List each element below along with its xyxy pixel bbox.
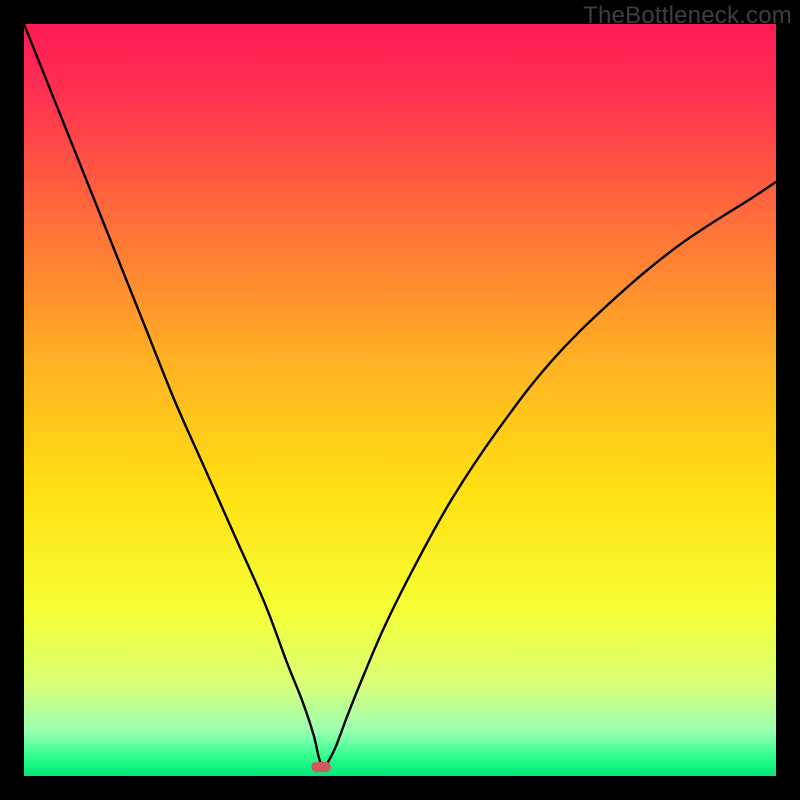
- optimum-marker: [311, 762, 331, 773]
- watermark-text: TheBottleneck.com: [583, 2, 792, 30]
- chart-frame: [24, 24, 776, 776]
- bottleneck-chart: [24, 24, 776, 776]
- gradient-background: [24, 24, 776, 776]
